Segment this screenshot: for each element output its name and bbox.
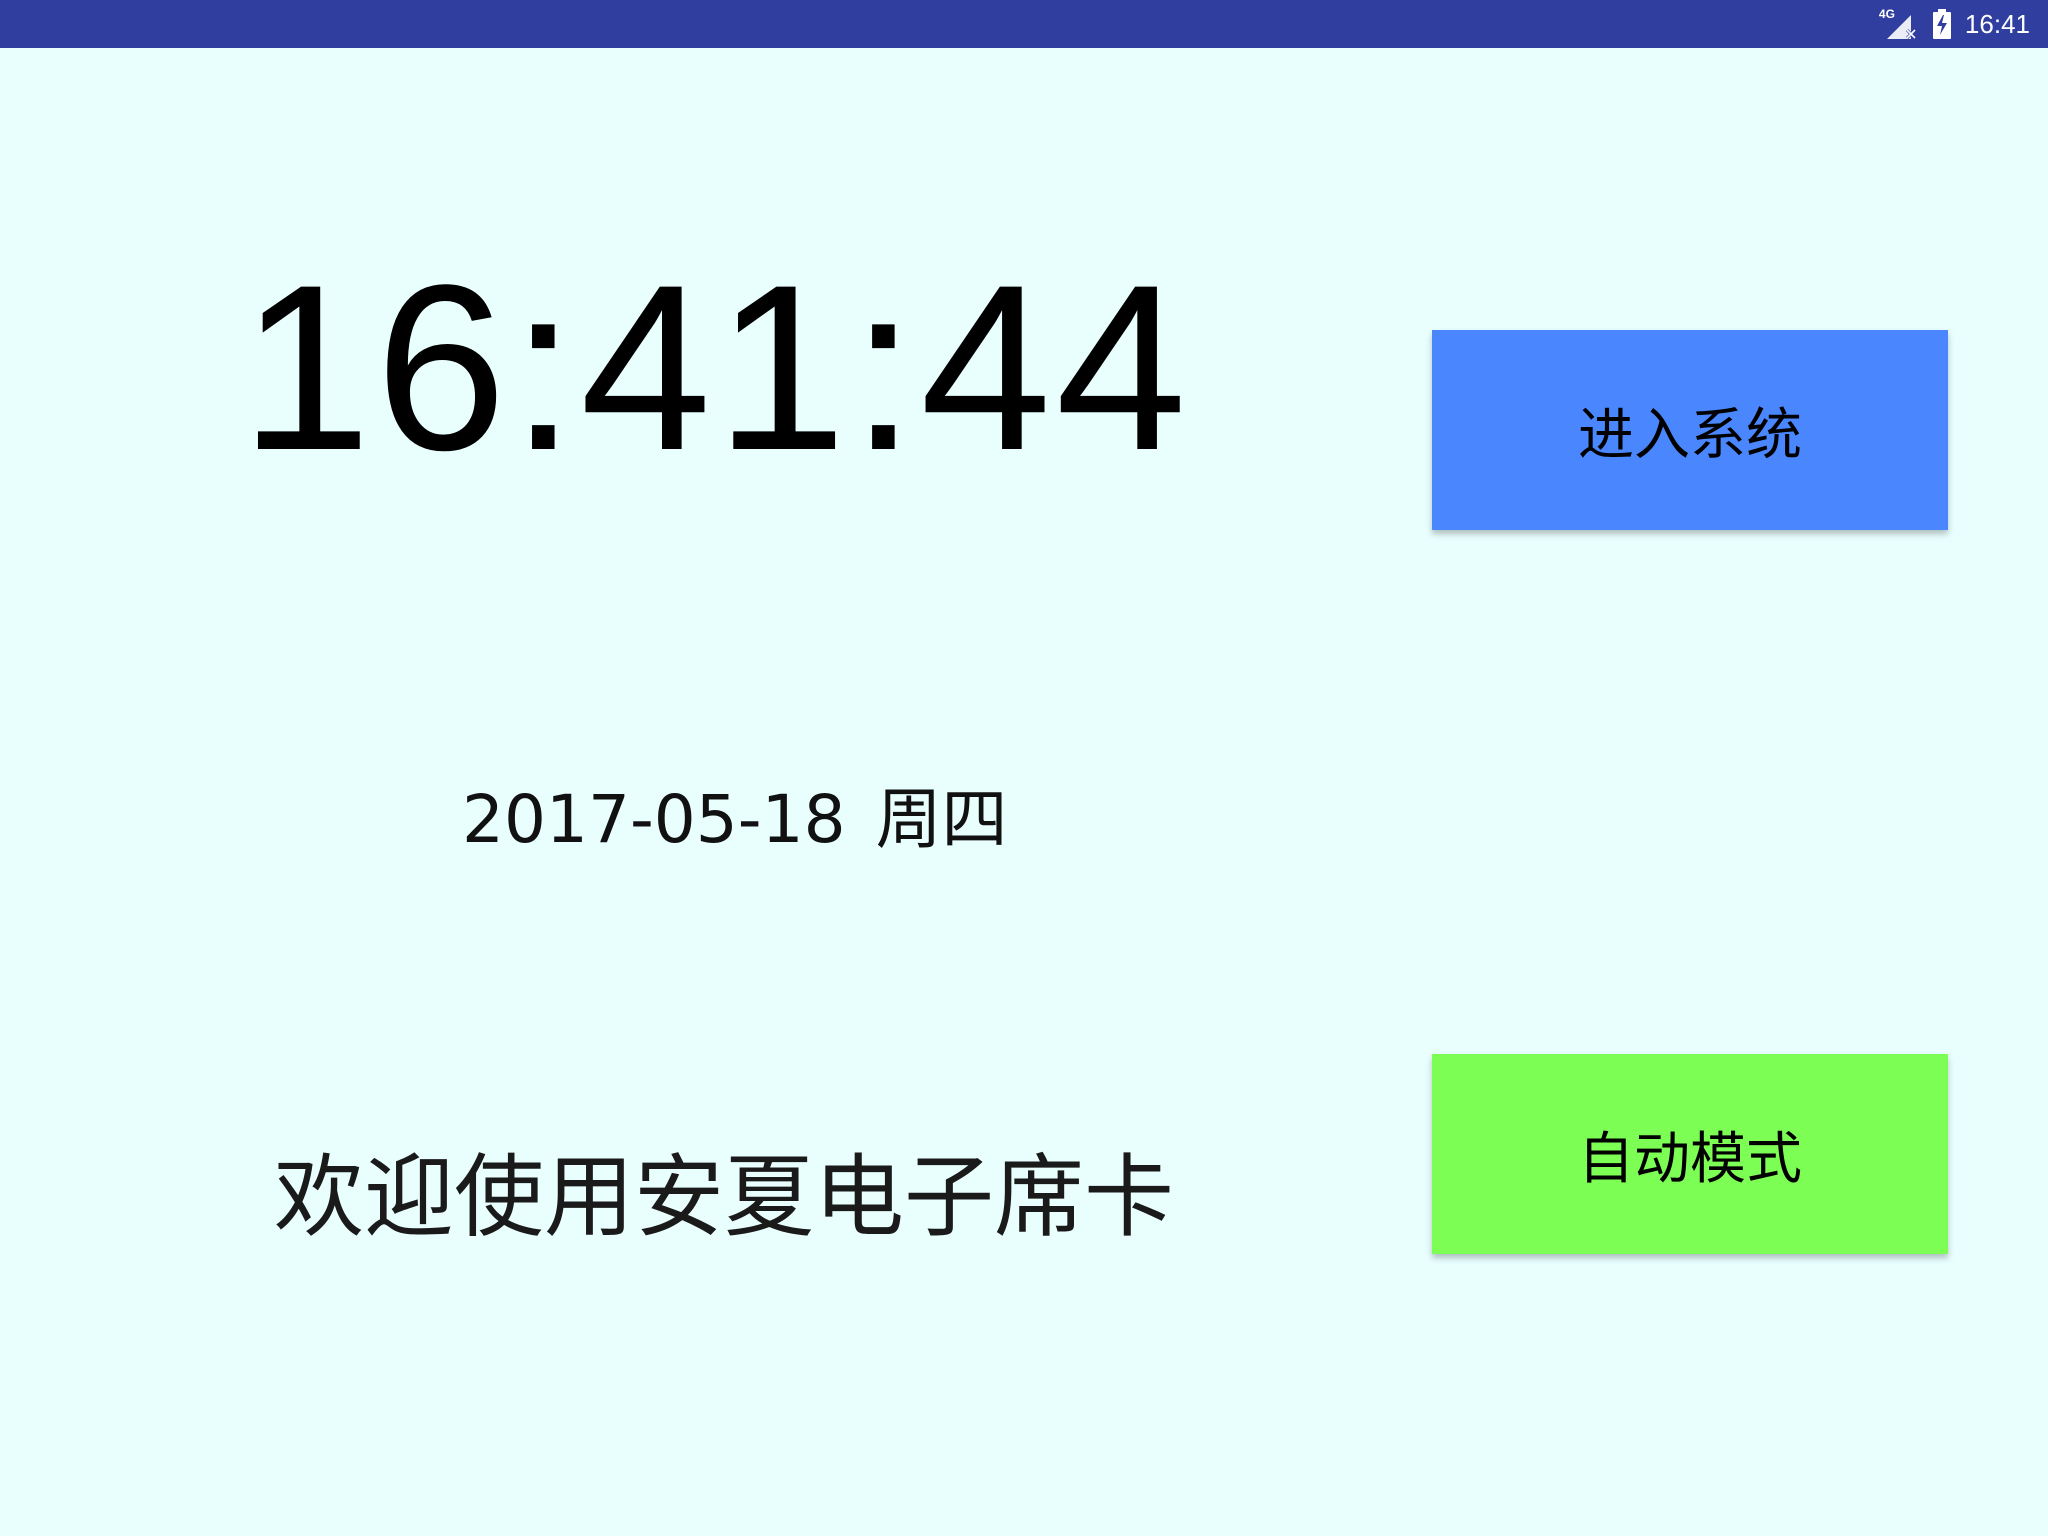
enter-system-button[interactable]: 进入系统	[1432, 330, 1948, 530]
weekday-text: 周四	[875, 781, 1008, 858]
signal-no-data-icon: 4G	[1879, 7, 1919, 41]
status-time: 16:41	[1964, 8, 2030, 39]
welcome-message: 欢迎使用安夏电子席卡	[274, 1145, 1174, 1250]
date-text: 2017-05-18	[462, 781, 846, 858]
battery-charging-icon	[1932, 9, 1951, 39]
clock-time: 16:41:44	[240, 236, 1191, 500]
status-bar: 4G 16:41	[0, 0, 2048, 48]
status-icons: 4G 16:41	[1879, 0, 2030, 48]
date-row: 2017-05-18 周四	[462, 780, 1008, 860]
auto-mode-button[interactable]: 自动模式	[1432, 1054, 1948, 1254]
